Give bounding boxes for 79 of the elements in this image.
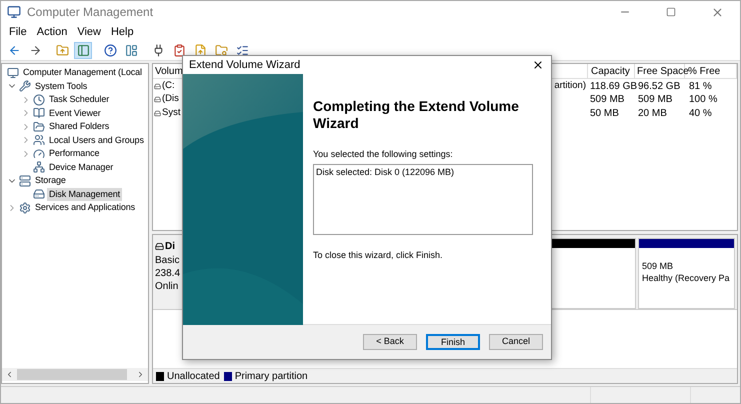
disk-info: Onlin <box>155 280 180 293</box>
users-icon <box>33 134 45 146</box>
legend-label: Unallocated <box>167 370 220 384</box>
folder-up-icon <box>56 44 68 57</box>
disk-info: 238.4 <box>155 267 181 280</box>
tree-item[interactable]: Performance <box>47 147 102 160</box>
horizontal-scrollbar[interactable] <box>2 368 148 381</box>
table-cell-text: Syst <box>162 106 180 120</box>
tree-item[interactable]: Disk Management <box>47 188 122 201</box>
tree-item[interactable]: System Tools <box>33 80 90 93</box>
partition-block[interactable]: 509 MB Healthy (Recovery Pa <box>638 238 735 309</box>
table-cell-text: (C: <box>162 78 175 93</box>
help-icon <box>104 44 116 57</box>
computer-icon <box>7 66 19 79</box>
table-cell-text: 96.52 GB <box>637 80 682 94</box>
tools-icon <box>19 80 31 92</box>
back-arrow-icon <box>8 44 20 57</box>
table-cell-text: 118.69 GB <box>589 80 635 94</box>
toolbar-button[interactable] <box>74 42 92 59</box>
tree-item[interactable]: Device Manager <box>47 160 116 174</box>
menu-item[interactable]: View <box>73 24 105 40</box>
dialog-title: Extend Volume Wizard <box>189 58 300 73</box>
table-cell-text: 20 MB <box>637 106 668 120</box>
network-icon <box>33 161 45 174</box>
gear-icon <box>19 202 31 214</box>
plug-icon <box>152 44 164 57</box>
tree-item[interactable]: Storage <box>33 174 68 188</box>
menu-item[interactable]: Help <box>106 24 138 40</box>
table-cell-text: 509 MB <box>589 93 626 107</box>
panel-icon <box>124 44 138 57</box>
disk-info: Basic <box>155 254 180 267</box>
instruction-text: To close this wizard, click Finish. <box>313 248 444 262</box>
checklist-icon <box>172 44 186 57</box>
menu-item[interactable]: File <box>5 24 31 40</box>
scroll-thumb[interactable] <box>17 369 127 380</box>
dialog-button[interactable]: Cancel <box>489 334 543 350</box>
clock-icon <box>33 94 45 106</box>
tree-item[interactable]: Event Viewer <box>47 106 103 120</box>
volume-icon <box>154 82 161 90</box>
table-cell-text: 50 MB <box>589 106 620 120</box>
window-title: Computer Management <box>27 4 154 21</box>
dialog-button[interactable]: Finish <box>426 334 480 350</box>
close-icon <box>710 6 724 18</box>
forward-arrow-icon <box>28 44 42 57</box>
table-cell-text: 40 % <box>688 106 713 120</box>
dialog-button[interactable]: < Back <box>363 334 417 350</box>
tree-item[interactable]: Shared Folders <box>47 120 112 134</box>
table-cell-text: 100 % <box>688 93 718 107</box>
table-cell-text: artition) <box>554 78 586 93</box>
table-cell-text: 509 MB <box>637 93 674 107</box>
close-icon <box>532 59 544 71</box>
tree-item[interactable]: Local Users and Groups <box>47 134 146 147</box>
panel-icon <box>76 44 90 57</box>
volume-icon <box>154 110 161 116</box>
scroll-left-icon[interactable] <box>5 370 14 379</box>
tree-item[interactable]: Task Scheduler <box>47 93 112 106</box>
table-cell-text: (Dis <box>162 92 179 106</box>
storage-icon <box>19 174 31 187</box>
tree-item[interactable]: Computer Management (Local <box>21 66 144 80</box>
disk-name: Di <box>165 240 175 254</box>
list-icon <box>236 44 248 57</box>
app-icon <box>7 5 21 19</box>
settings-box: Disk selected: Disk 0 (122096 MB) <box>313 164 533 234</box>
scroll-right-icon[interactable] <box>136 370 145 379</box>
table-cell-text: 81 % <box>688 80 713 94</box>
folder-icon <box>33 120 45 133</box>
volume-icon <box>154 96 161 103</box>
partition-info: 509 MB <box>642 260 674 272</box>
menu-item[interactable]: Action <box>32 24 72 40</box>
partition-info: Healthy (Recovery Pa <box>642 272 730 284</box>
log-icon <box>33 107 45 120</box>
gauge-icon <box>33 148 45 160</box>
folder-search-icon <box>214 44 228 57</box>
wizard-heading: Completing the Extend Volume Wizard <box>313 98 520 132</box>
settings-label: You selected the following settings: <box>313 148 454 161</box>
legend-label: Primary partition <box>234 370 308 384</box>
column-header[interactable]: Capacity <box>587 64 635 78</box>
maximize-icon <box>666 7 676 17</box>
tree-item[interactable]: Services and Applications <box>33 201 138 214</box>
